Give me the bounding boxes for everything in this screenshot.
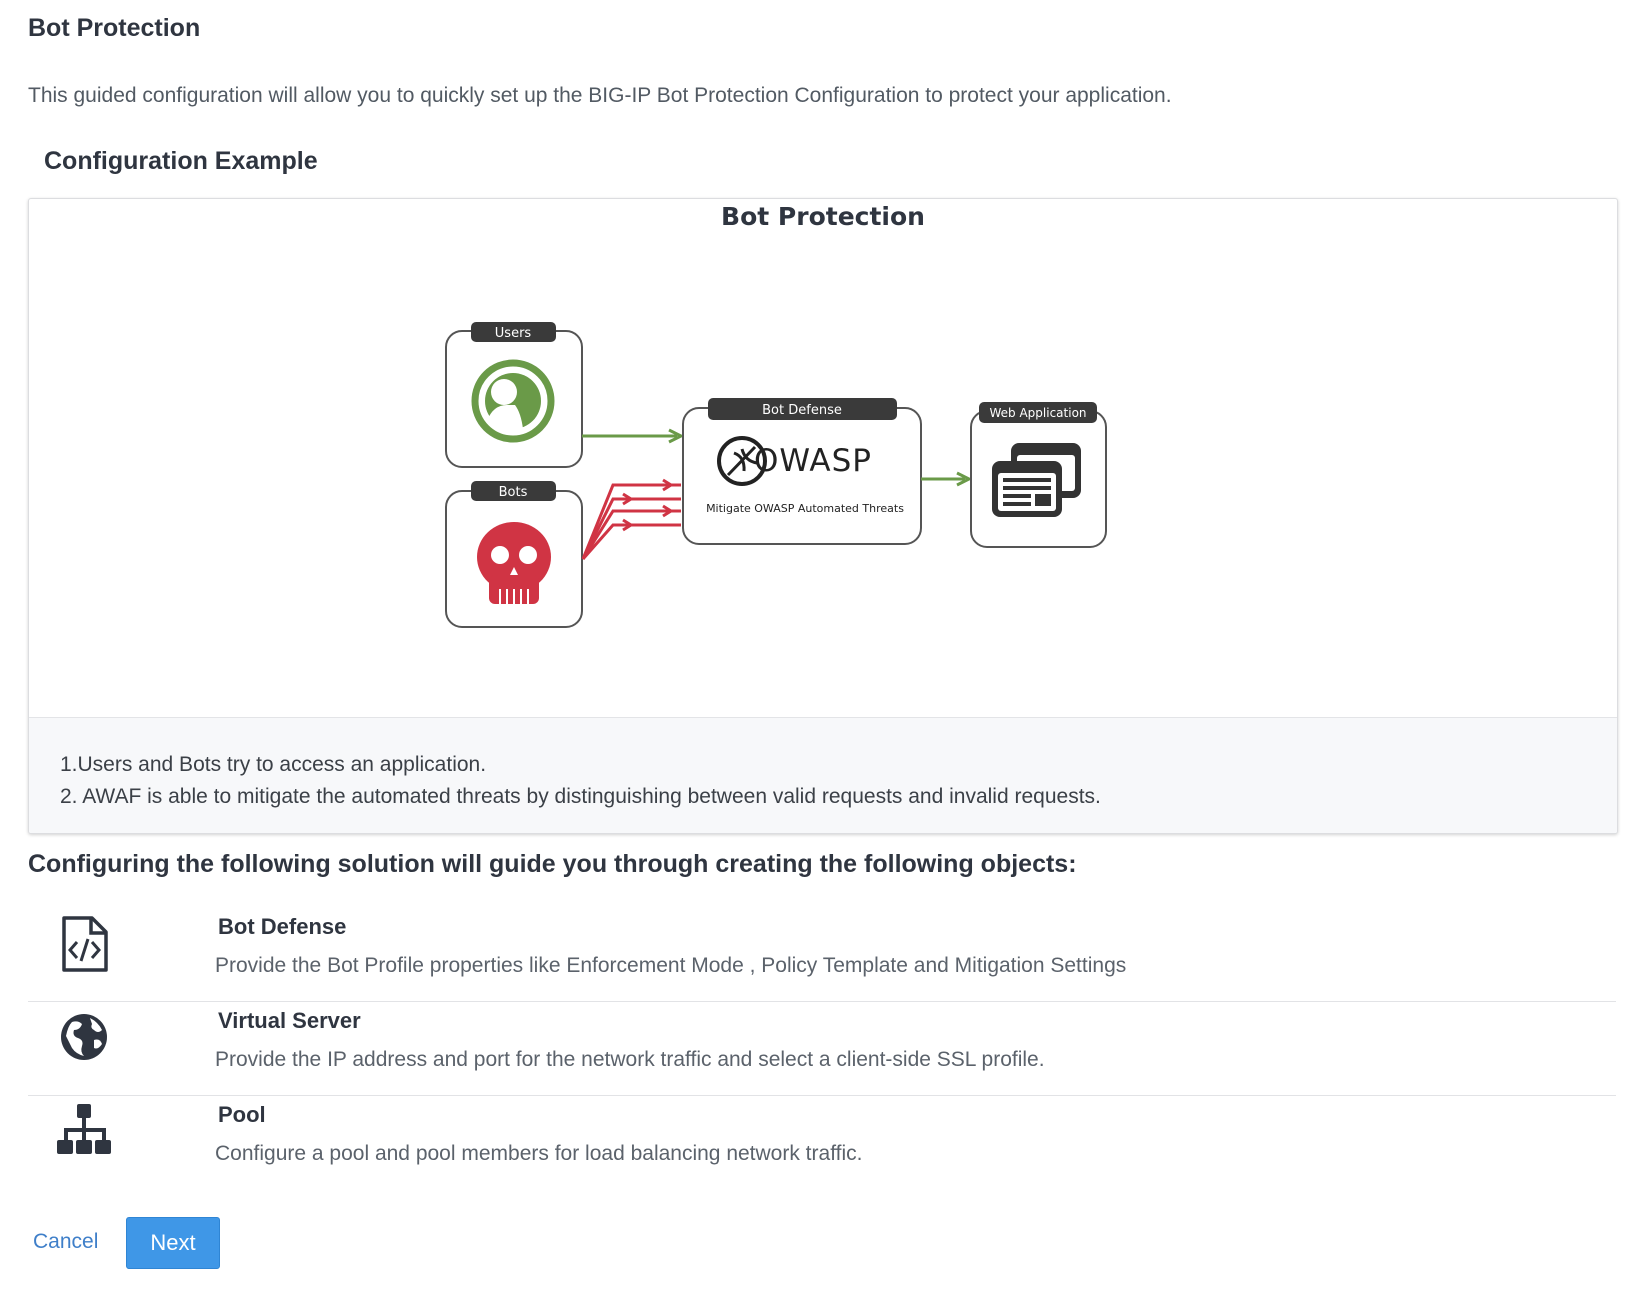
sitemap-icon [57,1104,111,1154]
bot-defense-node: Bot Defense OWASP Mitigate OWASP Automat… [682,398,922,545]
user-traffic-arrow [582,428,685,444]
cancel-button[interactable]: Cancel [33,1230,98,1254]
object-item-bot-defense: Bot Defense Provide the Bot Profile prop… [28,908,1616,1002]
configuration-example-card: Bot Protection Users Bots Bot Defense OW… [28,198,1618,834]
clean-traffic-arrow [921,471,973,487]
object-item-virtual-server: Virtual Server Provide the IP address an… [28,1002,1616,1096]
next-button[interactable]: Next [126,1217,220,1269]
users-label: Users [495,326,532,341]
bot-protection-diagram: Bot Protection Users Bots Bot Defense OW… [445,202,1107,628]
code-file-icon [62,916,108,972]
web-application-label: Web Application [989,406,1086,420]
bot-defense-label: Bot Defense [762,403,842,418]
object-description: Provide the IP address and port for the … [215,1048,1045,1071]
object-title: Pool [218,1102,266,1127]
bots-node: Bots [445,481,583,628]
configuration-example-heading: Configuration Example [44,147,318,175]
objects-heading: Configuring the following solution will … [28,850,1077,878]
object-title: Virtual Server [218,1008,361,1033]
owasp-logo-text: OWASP [754,443,872,479]
user-icon [471,359,555,443]
web-application-node: Web Application [970,402,1107,548]
diagram-title: Bot Protection [721,202,925,231]
bot-traffic-arrows [581,478,681,560]
object-description: Configure a pool and pool members for lo… [215,1142,863,1165]
globe-icon [61,1014,107,1060]
object-item-pool: Pool Configure a pool and pool members f… [28,1096,1616,1190]
page-intro: This guided configuration will allow you… [28,84,1172,107]
object-description: Provide the Bot Profile properties like … [215,954,1127,977]
bots-label: Bots [499,485,528,500]
step-2: 2. AWAF is able to mitigate the automate… [60,785,1101,808]
users-node: Users [445,322,583,468]
page-title: Bot Protection [28,14,201,42]
diagram-steps-panel: 1.Users and Bots try to access an applic… [29,717,1617,833]
step-1: 1.Users and Bots try to access an applic… [60,753,487,776]
object-title: Bot Defense [218,914,347,939]
owasp-caption: Mitigate OWASP Automated Threats [706,502,904,515]
